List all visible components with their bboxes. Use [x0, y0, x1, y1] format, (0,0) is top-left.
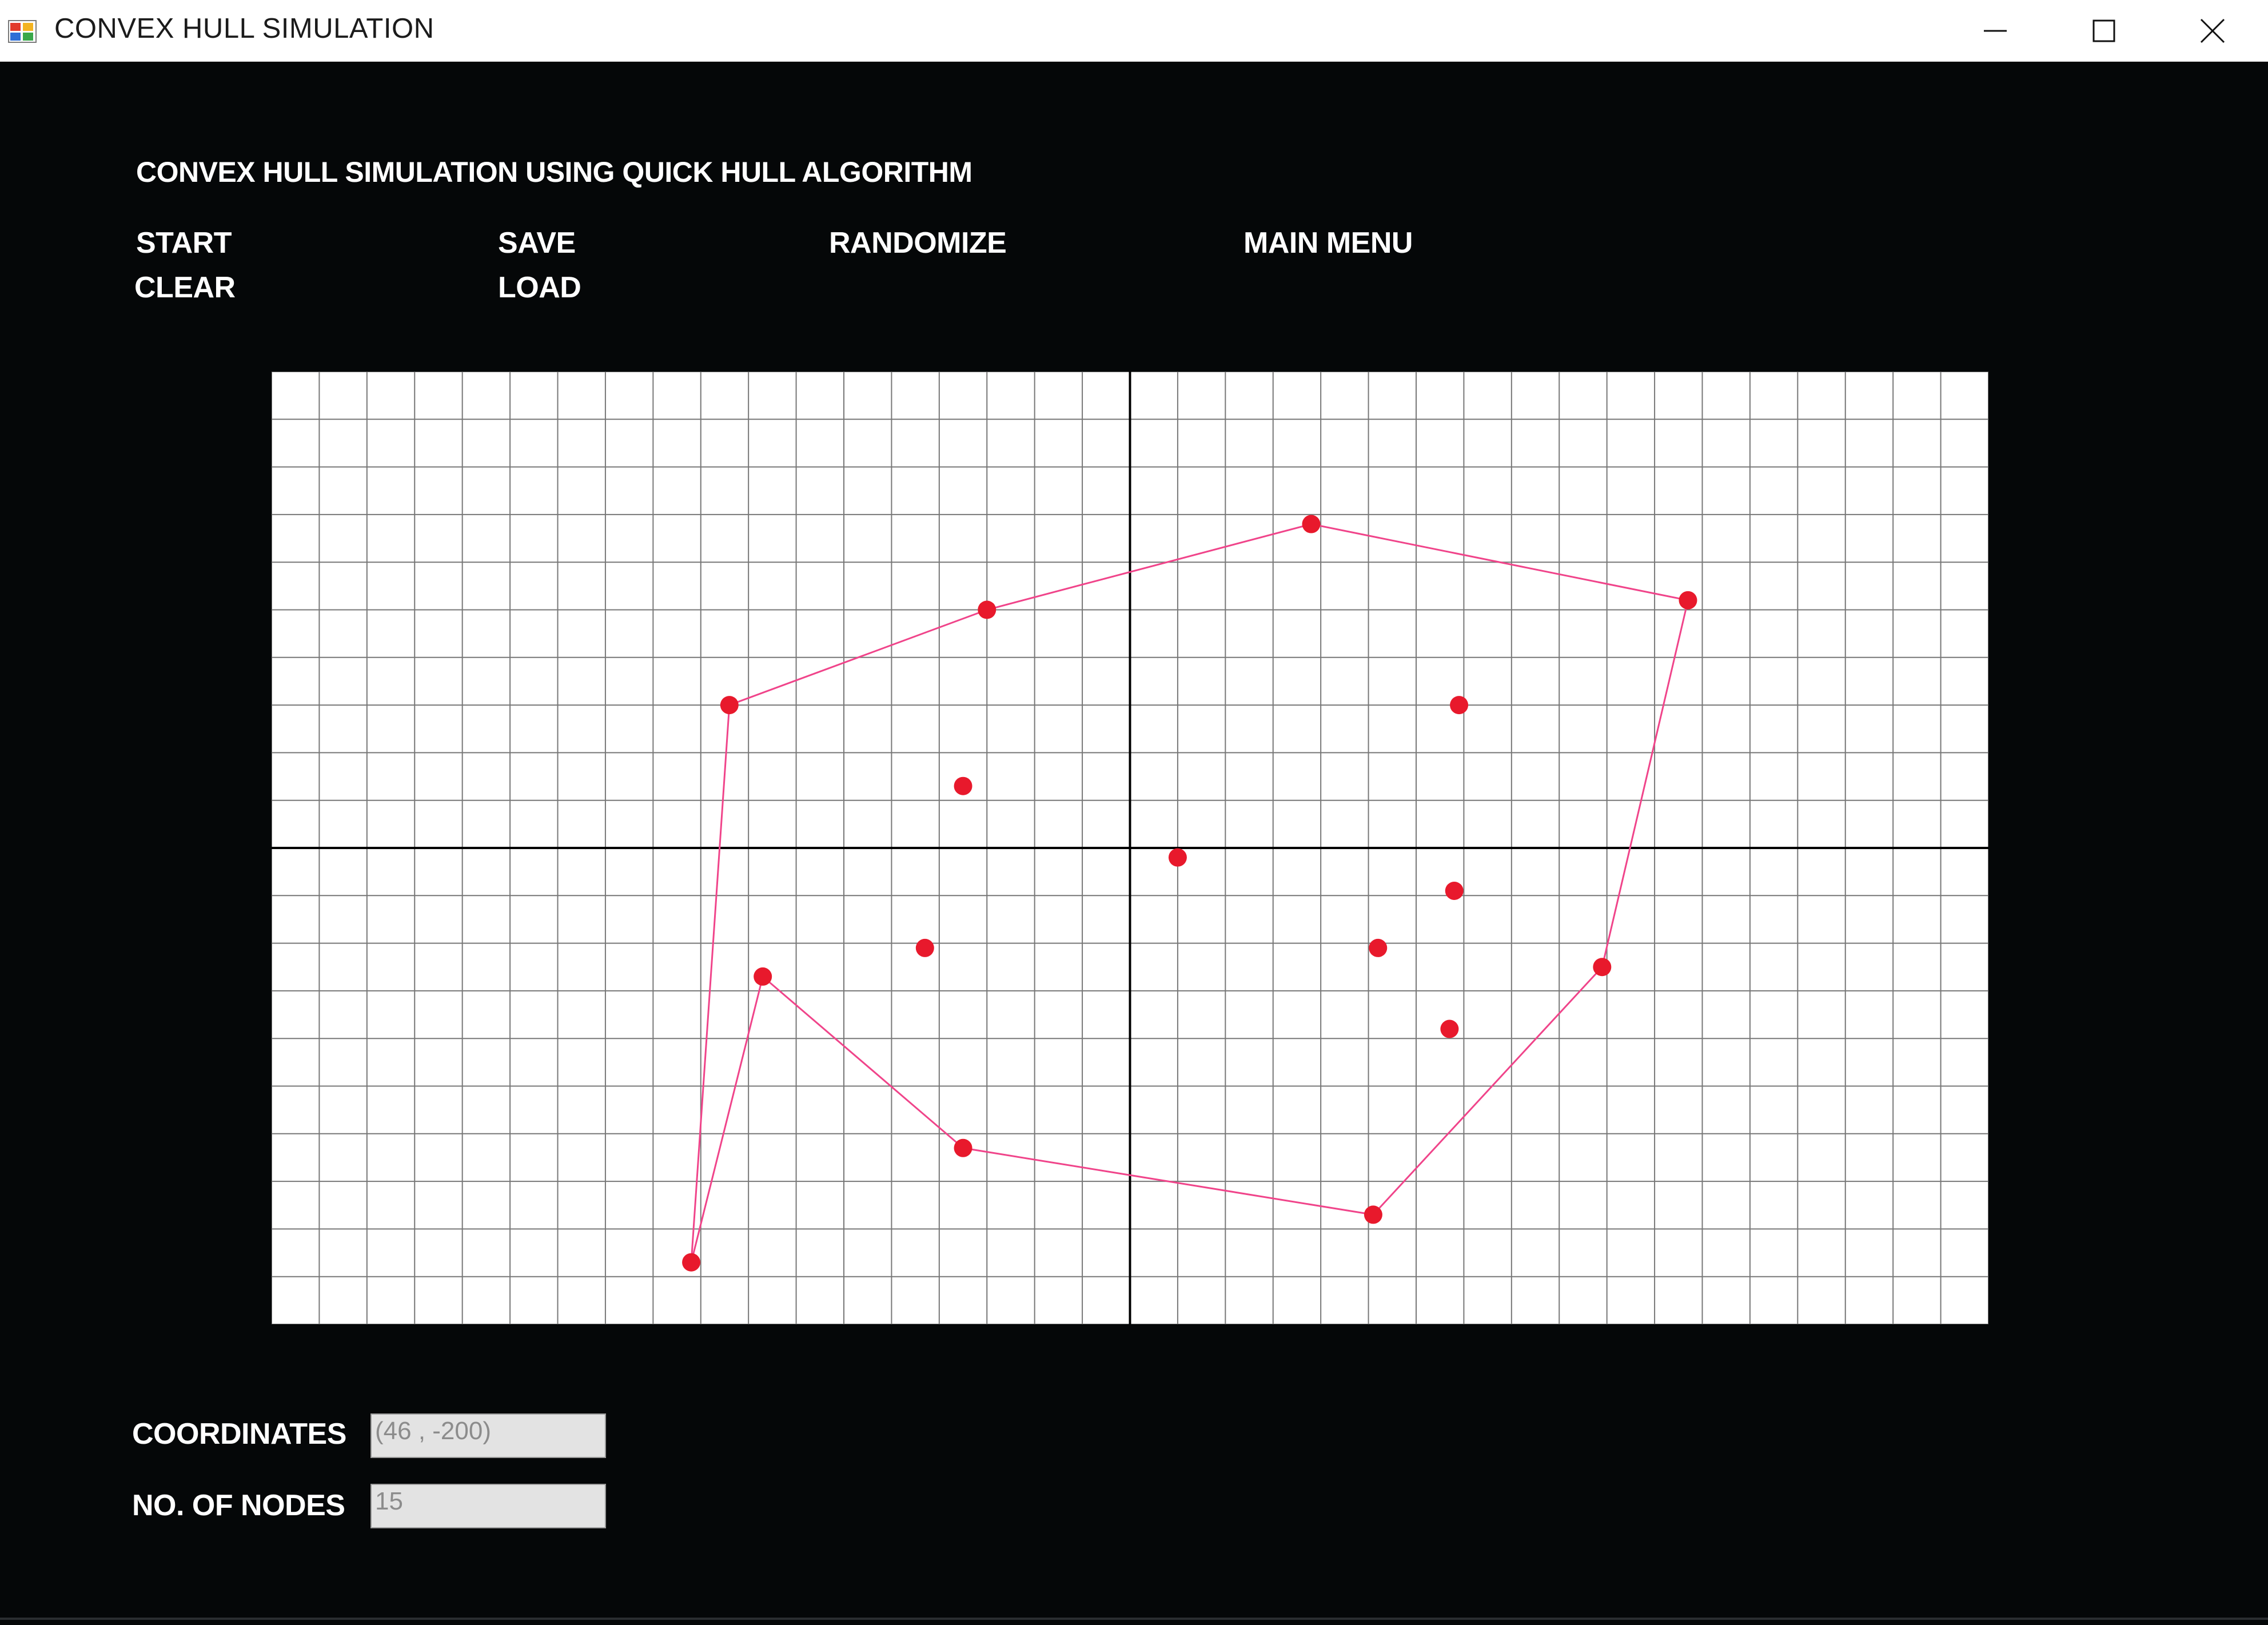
load-button[interactable]: LOAD: [498, 270, 581, 305]
node-point[interactable]: [754, 967, 772, 986]
node-point[interactable]: [1445, 881, 1464, 900]
title-bar: CONVEX HULL SIMULATION: [0, 0, 2268, 62]
minimize-button[interactable]: [1944, 0, 2047, 61]
maximize-button[interactable]: [2052, 0, 2155, 61]
nodes-count-field[interactable]: 15: [370, 1484, 606, 1528]
grid-plot[interactable]: [272, 372, 1988, 1324]
node-point[interactable]: [720, 696, 739, 715]
coordinates-field[interactable]: (46 , -200): [370, 1413, 606, 1458]
node-point[interactable]: [1168, 848, 1187, 867]
node-point[interactable]: [1369, 938, 1388, 957]
window-bottom-border: [0, 1618, 2268, 1620]
start-button[interactable]: START: [136, 226, 232, 260]
node-point[interactable]: [1440, 1019, 1459, 1038]
node-point[interactable]: [1302, 515, 1321, 533]
hull-canvas[interactable]: [272, 372, 1988, 1324]
close-icon: [2200, 18, 2225, 43]
save-button[interactable]: SAVE: [498, 226, 576, 260]
node-point[interactable]: [1450, 696, 1469, 715]
node-point[interactable]: [978, 600, 997, 619]
node-point[interactable]: [954, 776, 972, 795]
randomize-button[interactable]: RANDOMIZE: [829, 226, 1007, 260]
node-point[interactable]: [1593, 958, 1612, 977]
minimize-icon: [1984, 30, 2007, 31]
clear-button[interactable]: CLEAR: [134, 270, 236, 305]
node-point[interactable]: [1679, 591, 1697, 610]
coordinates-label: COORDINATES: [132, 1417, 346, 1451]
main-menu-button[interactable]: MAIN MENU: [1243, 226, 1413, 260]
app-window-icon: [8, 17, 37, 45]
node-point[interactable]: [1364, 1205, 1382, 1224]
maximize-icon: [2092, 19, 2115, 42]
window-title: CONVEX HULL SIMULATION: [54, 13, 435, 44]
page-title: CONVEX HULL SIMULATION USING QUICK HULL …: [136, 156, 972, 188]
node-point[interactable]: [915, 938, 934, 957]
close-button[interactable]: [2161, 0, 2264, 61]
node-point[interactable]: [954, 1138, 972, 1157]
nodes-count-label: NO. OF NODES: [132, 1489, 345, 1522]
node-point[interactable]: [682, 1253, 701, 1272]
